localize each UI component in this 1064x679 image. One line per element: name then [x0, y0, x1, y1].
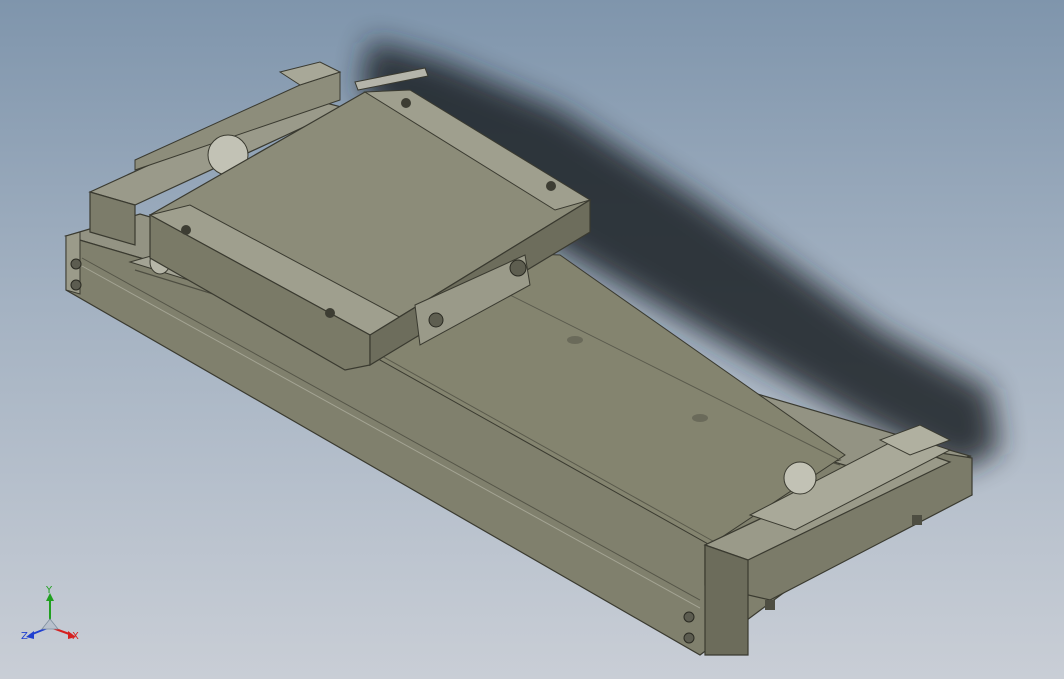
screw-icon — [683, 632, 695, 644]
axis-triad: Y X Z — [21, 585, 79, 642]
linear-stage-model[interactable] — [0, 0, 1064, 679]
z-axis-label: Z — [21, 631, 28, 642]
screw-icon — [683, 611, 695, 623]
mounting-hole-icon — [181, 225, 191, 235]
y-axis-label: Y — [45, 585, 53, 596]
screw-icon — [70, 279, 82, 291]
x-axis-label: X — [72, 631, 79, 642]
screw-icon — [70, 258, 82, 270]
mounting-hole-icon — [325, 308, 335, 318]
mounting-hole-icon — [546, 181, 556, 191]
mounting-hole-icon — [401, 98, 411, 108]
cad-viewport[interactable]: Y X Z — [0, 0, 1064, 679]
